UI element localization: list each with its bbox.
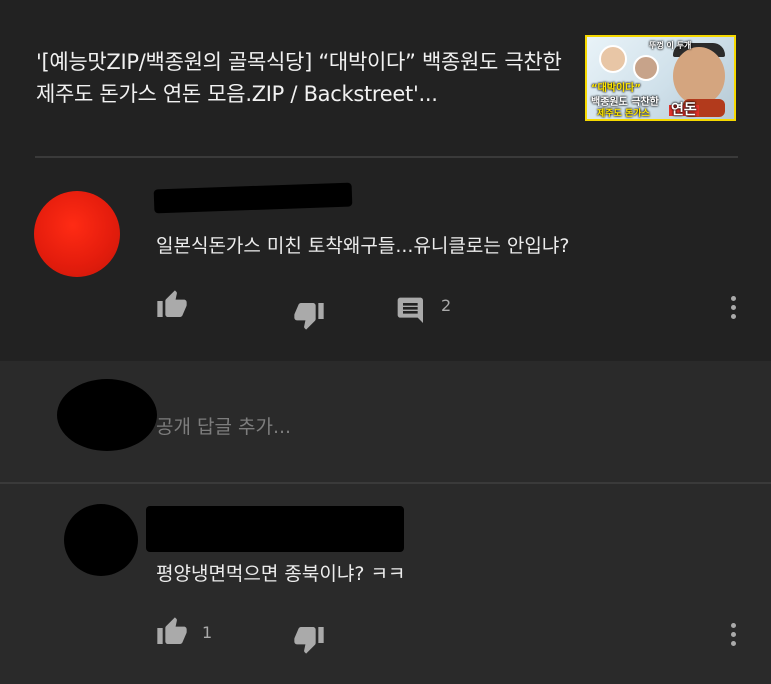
- redacted-username: [146, 506, 404, 552]
- more-options-button[interactable]: [729, 623, 737, 653]
- thumbnail-face: [673, 47, 725, 105]
- redacted-avatar: [57, 379, 157, 451]
- comment-thread: 일본식돈가스 미친 토착왜구들...유니클로는 안입냐? 2: [0, 158, 771, 361]
- avatar[interactable]: [34, 191, 120, 277]
- thumbnail-caption-3: 제주도 돈가스: [597, 109, 650, 119]
- thumbnail-face: [599, 45, 627, 73]
- video-title[interactable]: '[예능맛ZIP/백종원의 골목식당] “대박이다” 백종원도 극찬한 제주도 …: [36, 46, 576, 110]
- thumb-down-icon: [294, 627, 324, 654]
- thumb-up-icon: [157, 617, 187, 644]
- thumbnail-caption-badge: 연돈: [669, 102, 699, 118]
- thumbnail-face: [633, 55, 659, 81]
- video-thumbnail[interactable]: 뚜껑 이 두개 “대박이다” 백종원도 극찬한 제주도 돈가스 연돈: [585, 35, 736, 121]
- reply-count: 2: [441, 296, 452, 315]
- redacted-avatar: [64, 504, 138, 576]
- more-vert-icon: [730, 296, 736, 301]
- dislike-button[interactable]: [292, 298, 326, 332]
- thumbnail-caption-1: “대박이다”: [591, 83, 641, 94]
- reply-button[interactable]: [394, 294, 428, 328]
- comment-text: 일본식돈가스 미친 토착왜구들...유니클로는 안입냐?: [156, 235, 570, 257]
- comment-text: 평양냉면먹으면 종북이냐? ㅋㅋ: [156, 563, 406, 585]
- comment-icon: [397, 297, 423, 323]
- thumbnail-caption-top: 뚜껑 이 두개: [649, 41, 692, 50]
- video-header[interactable]: '[예능맛ZIP/백종원의 골목식당] “대박이다” 백종원도 극찬한 제주도 …: [0, 0, 771, 156]
- thumbnail-caption-2: 백종원도 극찬한: [591, 97, 659, 108]
- thumb-up-icon: [157, 290, 187, 317]
- dislike-button[interactable]: [292, 622, 326, 656]
- thumb-down-icon: [294, 303, 324, 330]
- more-options-button[interactable]: [729, 296, 737, 326]
- like-button[interactable]: [155, 288, 189, 322]
- like-count: 1: [202, 623, 213, 642]
- reply-comment: 평양냉면먹으면 종북이냐? ㅋㅋ 1: [0, 484, 771, 684]
- reply-input[interactable]: 공개 답글 추가...: [156, 412, 291, 439]
- more-vert-icon: [730, 623, 736, 628]
- like-button[interactable]: [155, 615, 189, 649]
- reply-box[interactable]: 공개 답글 추가...: [0, 361, 771, 482]
- redacted-username: [153, 182, 353, 214]
